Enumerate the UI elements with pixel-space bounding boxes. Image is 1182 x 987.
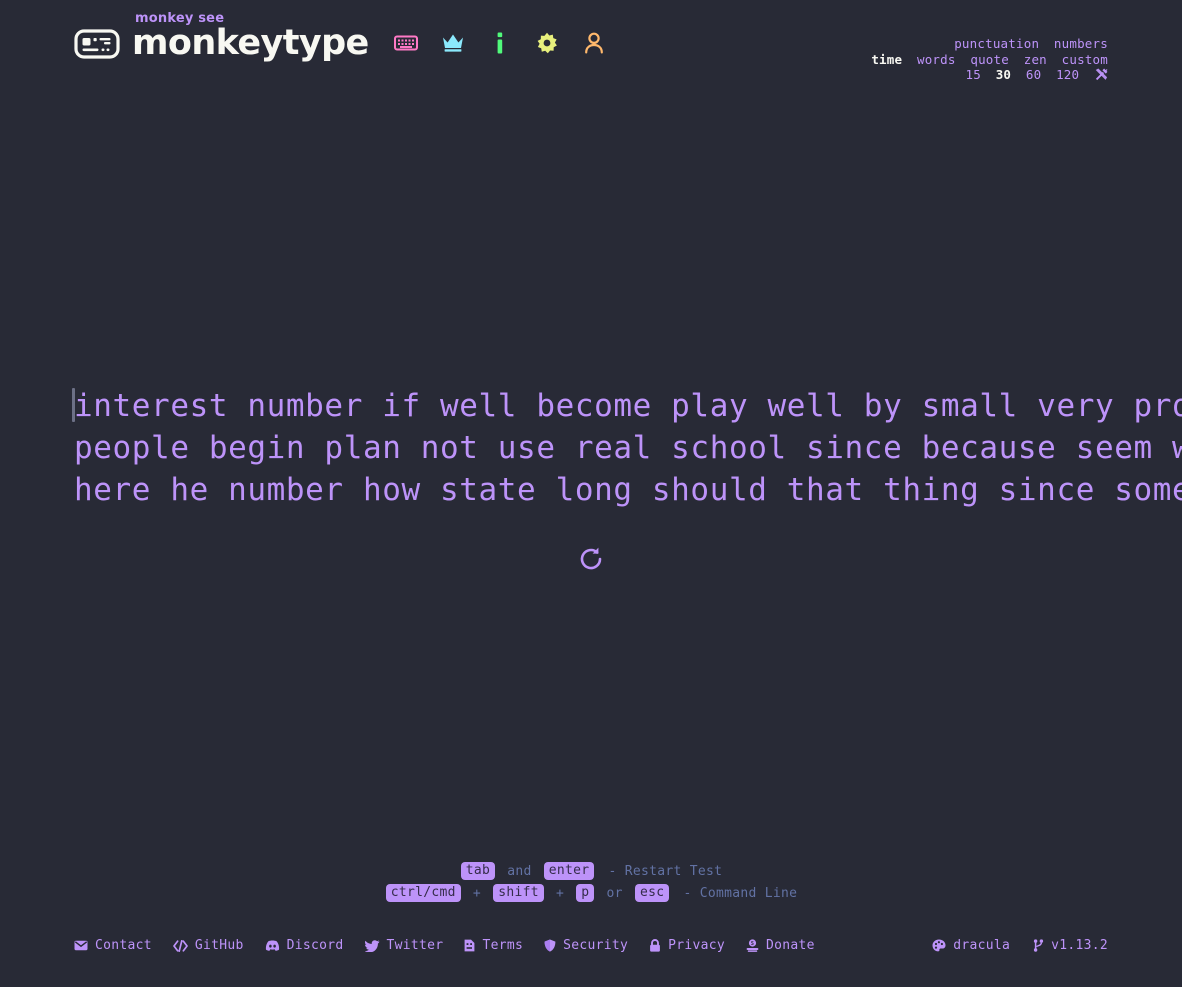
hint-plus-2: +: [555, 886, 565, 901]
keyboard-icon: [393, 34, 418, 52]
crown-icon: [441, 32, 465, 53]
footer-link-label: Security: [563, 938, 629, 953]
lock-icon: [649, 939, 661, 952]
shield-icon: [544, 939, 556, 952]
key-enter: enter: [543, 862, 595, 880]
git-branch-icon: [1033, 939, 1044, 952]
key-ctrl-cmd: ctrl/cmd: [385, 884, 461, 902]
config-time-60[interactable]: 60: [1026, 67, 1041, 82]
config-mode-words[interactable]: words: [917, 52, 956, 67]
footer-link-contact[interactable]: Contact: [74, 938, 152, 953]
key-esc: esc: [634, 884, 670, 902]
footer-link-label: Privacy: [668, 938, 725, 953]
footer-version-label: v1.13.2: [1051, 938, 1108, 953]
config-time-30[interactable]: 30: [996, 67, 1011, 82]
nav-about-button[interactable]: [488, 31, 512, 55]
gear-icon: [536, 32, 558, 54]
footer-link-security[interactable]: Security: [544, 938, 628, 953]
user-icon: [584, 32, 604, 54]
config-mode-zen[interactable]: zen: [1024, 52, 1047, 67]
key-tab: tab: [460, 862, 496, 880]
footer-meta: dracula v1.13.2: [932, 938, 1108, 953]
keyboard-hints: tab and enter - Restart Test ctrl/cmd + …: [0, 861, 1182, 905]
brand-text: monkey see monkeytype: [132, 12, 369, 63]
footer-theme-label: dracula: [953, 938, 1011, 953]
footer-link-label: Donate: [765, 938, 815, 953]
hint-restart-test: tab and enter - Restart Test: [0, 861, 1182, 883]
hint-restart-label: - Restart Test: [608, 864, 723, 879]
hint-conj-and: and: [507, 864, 532, 879]
footer-link-terms[interactable]: Terms: [464, 938, 523, 953]
footer-link-label: Discord: [286, 938, 344, 953]
test-config-bar: punctuation numbers time words quote zen…: [871, 26, 1108, 85]
footer-link-label: Terms: [482, 938, 524, 953]
hint-command-line: ctrl/cmd + shift + p or esc - Command Li…: [0, 883, 1182, 905]
config-mode-quote[interactable]: quote: [970, 52, 1009, 67]
document-icon: [464, 939, 475, 952]
footer-theme-selector[interactable]: dracula: [932, 938, 1010, 953]
restart-arrow-icon: [578, 546, 604, 575]
svg-text:S: S: [751, 941, 754, 947]
site-footer: Contact GitHub Discord Twitter Terms Sec…: [74, 938, 1108, 953]
restart-test-row: [74, 543, 1108, 577]
config-mode-time[interactable]: time: [871, 52, 902, 67]
footer-link-twitter[interactable]: Twitter: [364, 938, 444, 953]
footer-link-github[interactable]: GitHub: [173, 938, 244, 953]
nav-keyboard-button[interactable]: [393, 31, 418, 55]
footer-link-label: GitHub: [194, 938, 244, 953]
brand-and-nav: monkey see monkeytype: [74, 12, 606, 63]
brand-tagline: monkey see: [135, 11, 225, 26]
hint-plus-1: +: [472, 886, 482, 901]
discord-icon: [265, 940, 280, 951]
footer-link-label: Twitter: [386, 938, 444, 953]
config-punctuation[interactable]: punctuation: [954, 36, 1039, 51]
code-brackets-icon: [173, 939, 188, 952]
nav-leaderboards-button[interactable]: [441, 31, 465, 55]
envelope-icon: [74, 940, 88, 951]
footer-link-discord[interactable]: Discord: [265, 938, 344, 953]
footer-link-privacy[interactable]: Privacy: [649, 938, 725, 953]
nav-settings-button[interactable]: [535, 31, 559, 55]
typing-test-area[interactable]: interest number if well become play well…: [72, 385, 1182, 511]
words-line-3: here he number how state long should tha…: [74, 472, 1182, 508]
key-p: p: [576, 884, 595, 902]
typing-caret: [72, 388, 75, 422]
palette-icon: [932, 939, 946, 952]
hint-conj-or: or: [606, 886, 623, 901]
twitter-bird-icon: [364, 939, 380, 952]
donate-coin-icon: S: [746, 939, 759, 952]
app-root: monkey see monkeytype punctuation number…: [0, 0, 1182, 987]
hint-command-line-label: - Command Line: [683, 886, 798, 901]
footer-version[interactable]: v1.13.2: [1033, 938, 1108, 953]
footer-links: Contact GitHub Discord Twitter Terms Sec…: [74, 938, 815, 953]
config-mode-custom[interactable]: custom: [1062, 52, 1108, 67]
top-navigation: [393, 31, 606, 57]
words-line-2: people begin plan not use real school si…: [74, 430, 1182, 466]
words-line-1: interest number if well become play well…: [74, 388, 1182, 424]
footer-link-donate[interactable]: S Donate: [746, 938, 815, 953]
info-icon: [495, 32, 505, 54]
config-row-modifiers: punctuation numbers: [871, 36, 1108, 52]
page-title: monkeytype: [132, 23, 369, 63]
words-display[interactable]: interest number if well become play well…: [72, 385, 1182, 511]
config-row-modes: time words quote zen custom: [871, 52, 1108, 68]
key-shift: shift: [493, 884, 544, 902]
config-time-120[interactable]: 120: [1056, 67, 1079, 82]
config-time-15[interactable]: 15: [966, 67, 981, 82]
wrench-screwdriver-icon[interactable]: [1095, 68, 1108, 85]
site-header: monkey see monkeytype punctuation number…: [74, 0, 1108, 82]
monkeytype-logo-icon[interactable]: [74, 28, 120, 60]
config-numbers[interactable]: numbers: [1054, 36, 1108, 51]
footer-link-label: Contact: [95, 938, 152, 953]
nav-account-button[interactable]: [582, 31, 606, 55]
restart-test-button[interactable]: [574, 543, 608, 577]
config-row-durations: 15 30 60 120: [871, 67, 1108, 85]
